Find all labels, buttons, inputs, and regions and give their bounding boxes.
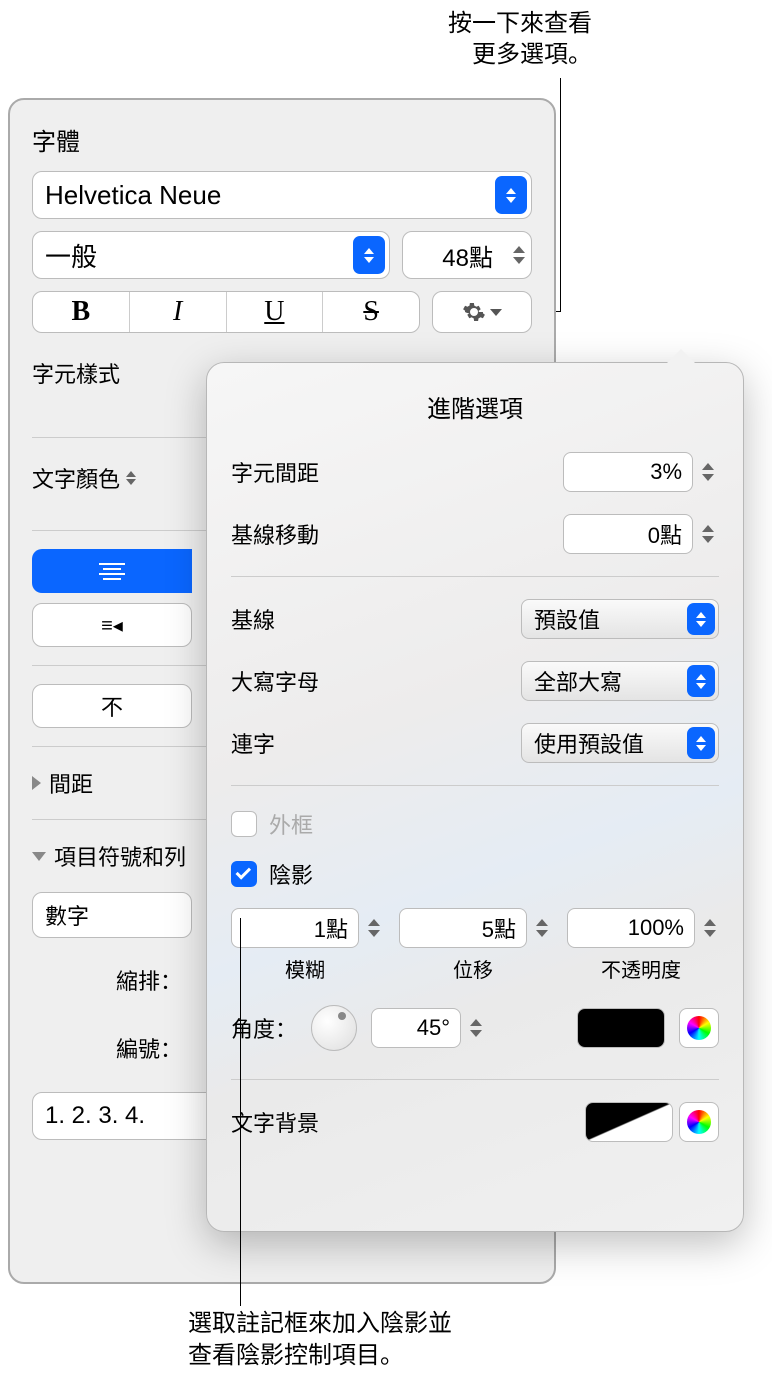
text-bg-color-picker-button[interactable] bbox=[679, 1102, 719, 1142]
callout-line bbox=[560, 78, 561, 312]
shadow-opacity-value: 100% bbox=[628, 915, 684, 941]
text-direction-button[interactable]: ≡◂ bbox=[32, 603, 192, 647]
align-center-icon bbox=[99, 563, 125, 580]
font-section-label: 字體 bbox=[32, 122, 532, 157]
vertical-align-top-button[interactable]: 不 bbox=[32, 684, 192, 728]
stepper-icon[interactable] bbox=[462, 1009, 490, 1047]
italic-button[interactable]: I bbox=[130, 292, 227, 332]
up-down-icon bbox=[126, 471, 136, 485]
text-bg-color-well[interactable] bbox=[585, 1102, 673, 1142]
stepper-icon[interactable] bbox=[360, 909, 388, 947]
disclosure-triangle-icon bbox=[32, 852, 46, 861]
baseline-shift-input[interactable]: 0點 bbox=[563, 514, 693, 554]
divider bbox=[231, 576, 719, 577]
shadow-offset-label: 位移 bbox=[399, 954, 547, 983]
outline-checkbox-row[interactable]: 外框 bbox=[231, 808, 719, 840]
popup-arrows-icon bbox=[687, 603, 715, 635]
callout-text: 查看陰影控制項目。 bbox=[188, 1340, 452, 1372]
font-size-input[interactable]: 48點 bbox=[402, 231, 532, 279]
shadow-opacity-input[interactable]: 100% bbox=[567, 908, 695, 948]
text-color-label: 文字顏色 bbox=[32, 462, 120, 494]
outline-label: 外框 bbox=[269, 808, 313, 840]
angle-dial[interactable] bbox=[311, 1005, 357, 1051]
number-format-value: 1. 2. 3. 4. bbox=[45, 1102, 145, 1130]
callout-top: 按一下來查看 更多選項。 bbox=[448, 8, 592, 70]
stepper-icon[interactable] bbox=[694, 515, 722, 553]
shadow-label: 陰影 bbox=[269, 858, 313, 890]
strikethrough-button[interactable]: S bbox=[323, 292, 419, 332]
font-family-select[interactable]: Helvetica Neue bbox=[32, 171, 532, 219]
stepper-icon[interactable] bbox=[696, 909, 724, 947]
baseline-label: 基線 bbox=[231, 603, 275, 635]
shadow-blur-value: 1點 bbox=[314, 912, 348, 944]
char-spacing-label: 字元間距 bbox=[231, 456, 319, 488]
stepper-icon[interactable] bbox=[528, 909, 556, 947]
stepper-icon[interactable] bbox=[694, 453, 722, 491]
callout-bottom: 選取註記框來加入陰影並 查看陰影控制項目。 bbox=[188, 1308, 452, 1373]
text-background-label: 文字背景 bbox=[231, 1106, 319, 1138]
align-center-button[interactable] bbox=[32, 549, 192, 593]
baseline-value: 預設值 bbox=[534, 603, 600, 635]
angle-input[interactable]: 45° bbox=[371, 1008, 461, 1048]
advanced-options-popover: 進階選項 字元間距 3% 基線移動 0點 基線 預設值 大寫字母 全部大寫 bbox=[206, 362, 744, 1232]
popup-arrows-icon bbox=[353, 236, 385, 274]
checkmark-icon bbox=[236, 864, 252, 880]
ligatures-label: 連字 bbox=[231, 727, 275, 759]
shadow-opacity-label: 不透明度 bbox=[567, 954, 715, 983]
bullet-type-select[interactable]: 數字 bbox=[32, 892, 192, 938]
text-style-segmented: B I U S bbox=[32, 291, 420, 333]
shadow-color-well[interactable] bbox=[577, 1008, 665, 1048]
font-family-value: Helvetica Neue bbox=[45, 180, 221, 211]
callout-text: 選取註記框來加入陰影並 bbox=[188, 1308, 452, 1340]
caps-label: 大寫字母 bbox=[231, 665, 319, 697]
divider bbox=[231, 785, 719, 786]
bullet-type-value: 數字 bbox=[45, 899, 89, 931]
baseline-shift-label: 基線移動 bbox=[231, 518, 319, 550]
popup-arrows-icon bbox=[495, 176, 527, 214]
advanced-options-button[interactable] bbox=[432, 291, 532, 333]
indent-label: 縮排： bbox=[32, 956, 182, 996]
popup-arrows-icon bbox=[687, 727, 715, 759]
shadow-offset-input[interactable]: 5點 bbox=[399, 908, 527, 948]
number-label: 編號： bbox=[32, 1024, 182, 1064]
callout-text: 更多選項。 bbox=[448, 39, 592, 70]
underline-button[interactable]: U bbox=[227, 292, 324, 332]
shadow-blur-input[interactable]: 1點 bbox=[231, 908, 359, 948]
angle-value: 45° bbox=[417, 1015, 450, 1041]
caps-select[interactable]: 全部大寫 bbox=[521, 661, 719, 701]
callout-line bbox=[240, 918, 241, 1306]
font-size-value: 48點 bbox=[442, 238, 493, 273]
chevron-down-icon bbox=[490, 309, 502, 316]
bold-button[interactable]: B bbox=[33, 292, 130, 332]
font-style-select[interactable]: 一般 bbox=[32, 231, 390, 279]
bullets-label: 項目符號和列 bbox=[54, 840, 186, 872]
disclosure-triangle-icon bbox=[32, 776, 41, 790]
spacing-label: 間距 bbox=[49, 767, 93, 799]
shadow-color-picker-button[interactable] bbox=[679, 1008, 719, 1048]
popover-title: 進階選項 bbox=[231, 389, 719, 424]
color-wheel-icon bbox=[687, 1110, 711, 1134]
callout-text: 按一下來查看 bbox=[448, 8, 592, 39]
baseline-shift-value: 0點 bbox=[648, 518, 682, 550]
shadow-checkbox-row[interactable]: 陰影 bbox=[231, 858, 719, 890]
arrow-up-icon: 不 bbox=[101, 690, 123, 722]
gear-icon bbox=[462, 300, 486, 324]
shadow-offset-value: 5點 bbox=[482, 912, 516, 944]
shadow-blur-label: 模糊 bbox=[231, 954, 379, 983]
color-wheel-icon bbox=[687, 1016, 711, 1040]
ligatures-value: 使用預設值 bbox=[534, 727, 644, 759]
font-style-value: 一般 bbox=[45, 237, 97, 274]
caps-value: 全部大寫 bbox=[534, 665, 622, 697]
outline-checkbox[interactable] bbox=[231, 811, 257, 837]
shadow-checkbox[interactable] bbox=[231, 861, 257, 887]
text-direction-icon: ≡◂ bbox=[101, 613, 123, 638]
stepper-icon[interactable] bbox=[505, 232, 533, 278]
divider bbox=[231, 1079, 719, 1080]
popup-arrows-icon bbox=[687, 665, 715, 697]
char-spacing-input[interactable]: 3% bbox=[563, 452, 693, 492]
char-spacing-value: 3% bbox=[650, 459, 682, 485]
baseline-select[interactable]: 預設值 bbox=[521, 599, 719, 639]
ligatures-select[interactable]: 使用預設值 bbox=[521, 723, 719, 763]
